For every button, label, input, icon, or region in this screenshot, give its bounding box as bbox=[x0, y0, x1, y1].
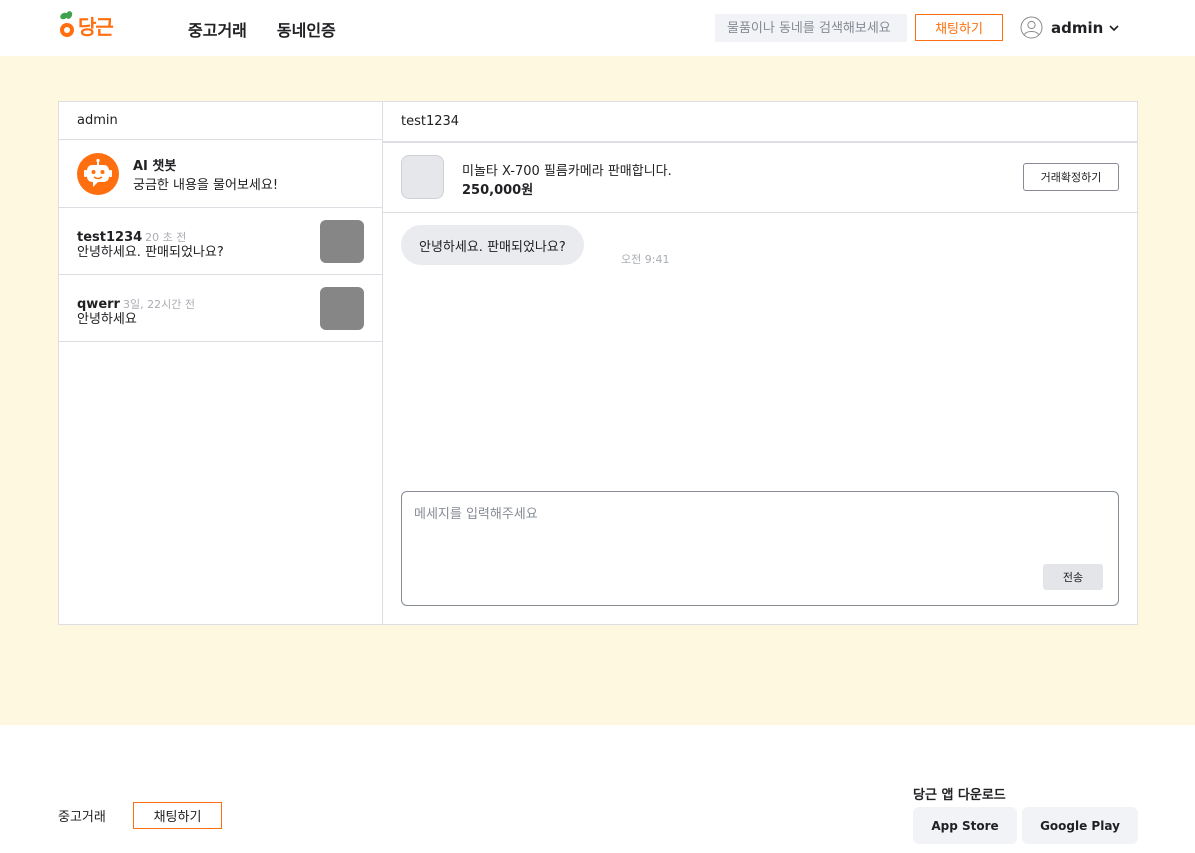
message-bubble: 안녕하세요. 판매되었나요? bbox=[401, 225, 584, 265]
logo-text: 당근 bbox=[78, 14, 114, 39]
user-avatar-icon bbox=[1020, 16, 1043, 39]
room-product-thumbnail bbox=[320, 220, 364, 263]
product-image[interactable] bbox=[401, 155, 444, 199]
chatbot-subtitle: 궁금한 내용을 물어보세요! bbox=[133, 177, 279, 193]
chatbot-title: AI 챗봇 bbox=[133, 158, 177, 174]
room-product-thumbnail bbox=[320, 287, 364, 330]
message-area: 안녕하세요. 판매되었나요? 오전 9:41 bbox=[383, 213, 1137, 491]
chat-list: admin AI 챗봇 궁금한 내용을 물어보세요! test1234 20 초… bbox=[59, 102, 383, 624]
ai-chatbot-item[interactable]: AI 챗봇 궁금한 내용을 물어보세요! bbox=[59, 140, 382, 208]
room-partner-name: test1234 bbox=[77, 230, 143, 245]
chat-list-owner: admin bbox=[59, 102, 382, 140]
logo[interactable]: 당근 bbox=[58, 10, 114, 40]
message-input[interactable] bbox=[402, 492, 1118, 552]
search-input[interactable] bbox=[715, 14, 907, 42]
room-partner-name: qwerr bbox=[77, 297, 120, 312]
send-button[interactable]: 전송 bbox=[1043, 564, 1103, 590]
user-menu[interactable]: admin bbox=[1020, 16, 1119, 39]
chat-panel: admin AI 챗봇 궁금한 내용을 물어보세요! test1234 20 초… bbox=[58, 101, 1138, 625]
chat-partner-name: test1234 bbox=[383, 102, 1137, 143]
room-time: 3일, 22시간 전 bbox=[122, 298, 195, 311]
chat-room-item[interactable]: qwerr 3일, 22시간 전 안녕하세요 bbox=[59, 275, 382, 342]
product-info: 미놀타 X-700 필름카메라 판매합니다. 250,000원 거래확정하기 bbox=[383, 143, 1137, 213]
confirm-deal-button[interactable]: 거래확정하기 bbox=[1023, 163, 1119, 191]
footer-used-trade-link[interactable]: 중고거래 bbox=[58, 806, 106, 825]
main-nav: 중고거래 동네인증 bbox=[188, 17, 336, 41]
nav-used-trade[interactable]: 중고거래 bbox=[188, 17, 247, 41]
message-composer: 전송 bbox=[401, 491, 1119, 606]
google-play-button[interactable]: Google Play bbox=[1022, 807, 1138, 844]
product-price: 250,000원 bbox=[462, 183, 534, 198]
room-time: 20 초 전 bbox=[145, 231, 187, 244]
header: 당근 중고거래 동네인증 채팅하기 admin bbox=[0, 0, 1195, 56]
chat-room: test1234 미놀타 X-700 필름카메라 판매합니다. 250,000원… bbox=[383, 102, 1137, 624]
chevron-down-icon bbox=[1109, 24, 1119, 31]
header-chat-button[interactable]: 채팅하기 bbox=[915, 14, 1003, 41]
app-download-title: 당근 앱 다운로드 bbox=[913, 788, 1006, 803]
footer-chat-button[interactable]: 채팅하기 bbox=[133, 802, 222, 829]
robot-icon bbox=[77, 152, 119, 195]
chat-room-item[interactable]: test1234 20 초 전 안녕하세요. 판매되었나요? bbox=[59, 208, 382, 275]
product-title: 미놀타 X-700 필름카메라 판매합니다. bbox=[462, 164, 672, 179]
message-time: 오전 9:41 bbox=[621, 253, 670, 266]
carrot-logo-icon bbox=[60, 11, 74, 37]
nav-neighborhood-auth[interactable]: 동네인증 bbox=[277, 17, 336, 41]
app-store-button[interactable]: App Store bbox=[913, 807, 1017, 844]
user-name: admin bbox=[1051, 18, 1104, 37]
